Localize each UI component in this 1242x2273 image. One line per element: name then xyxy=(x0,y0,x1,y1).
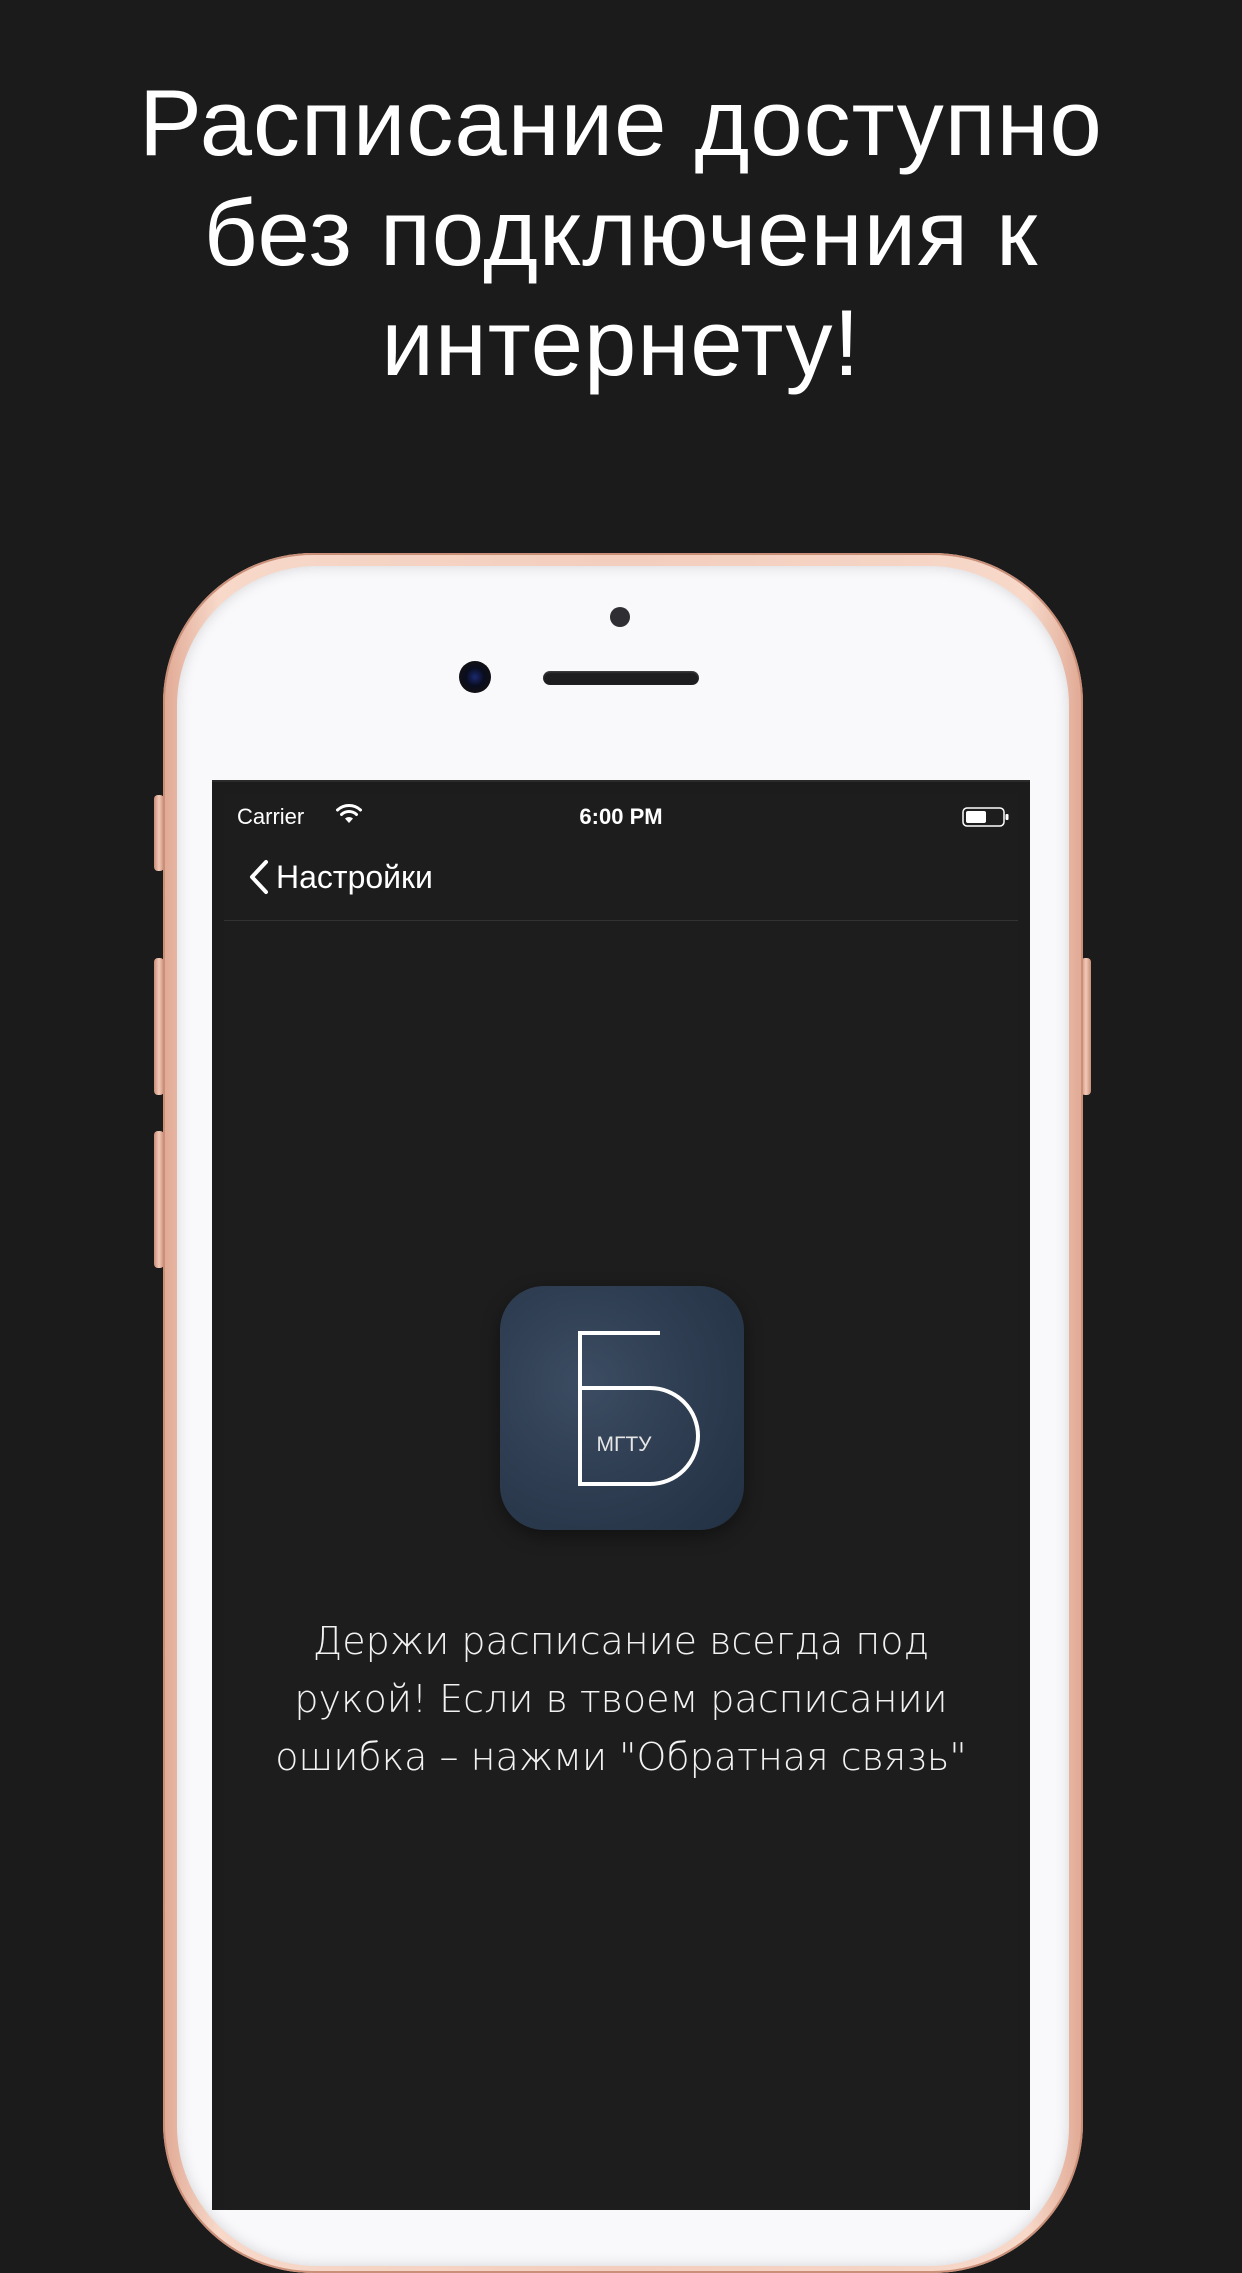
status-bar: Carrier 6:00 PM xyxy=(224,794,1018,834)
back-button[interactable]: Настройки xyxy=(246,854,433,900)
description-line-2: рукой! Если в твоем расписании xyxy=(294,1677,948,1721)
headline: Расписание доступно без подключения к ин… xyxy=(0,68,1242,398)
description-line-1: Держи расписание всегда под xyxy=(312,1619,930,1663)
back-button-label: Настройки xyxy=(276,859,433,895)
proximity-sensor xyxy=(610,607,630,627)
earpiece-speaker xyxy=(543,671,699,685)
status-time: 6:00 PM xyxy=(579,804,663,829)
front-camera xyxy=(459,661,491,693)
logo-caption: МГТУ xyxy=(596,1433,652,1456)
description-line-3: ошибка – нажми "Обратная связь" xyxy=(275,1735,967,1779)
description-text: Держи расписание всегда под рукой! Если … xyxy=(244,1612,998,1786)
phone-screen: Carrier 6:00 PM Настройки МГТУ Держи рас… xyxy=(212,780,1030,2210)
headline-line-3: интернету! xyxy=(381,290,861,395)
headline-line-2: без подключения к xyxy=(203,180,1039,285)
app-logo: МГТУ xyxy=(500,1286,744,1530)
app-view: Carrier 6:00 PM Настройки МГТУ Держи рас… xyxy=(224,794,1018,2210)
navigation-bar: Настройки xyxy=(224,834,1018,921)
headline-line-1: Расписание доступно xyxy=(139,70,1103,175)
battery-icon xyxy=(962,807,1009,827)
logo-letter-icon: МГТУ xyxy=(578,1331,700,1486)
chevron-left-icon xyxy=(250,860,268,894)
